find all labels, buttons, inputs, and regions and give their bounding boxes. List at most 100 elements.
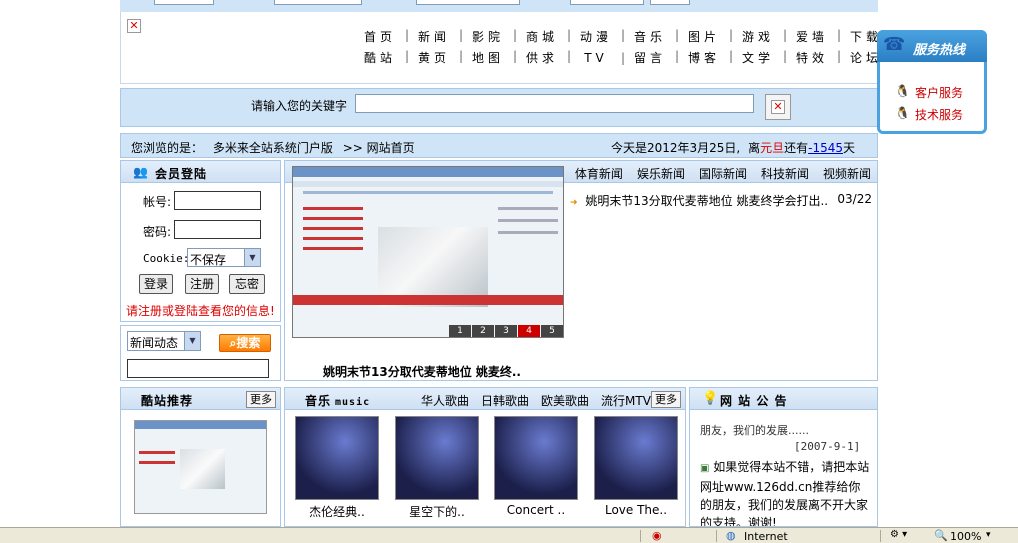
album-cover[interactable] bbox=[594, 416, 678, 500]
security-zone: Internet bbox=[744, 530, 788, 543]
news-tabs: 体育新闻 娱乐新闻 国际新闻 科技新闻 视频新闻 bbox=[561, 165, 871, 182]
tab-world-news[interactable]: 国际新闻 bbox=[699, 165, 747, 182]
tab-video-news[interactable]: 视频新闻 bbox=[823, 165, 871, 182]
album-cover[interactable] bbox=[395, 416, 479, 500]
music-title-cn: 音乐 bbox=[305, 394, 332, 408]
tab-pop-mtv[interactable]: 流行MTV bbox=[601, 392, 651, 409]
top-input-3[interactable] bbox=[416, 0, 520, 5]
tab-western-songs[interactable]: 欧美歌曲 bbox=[541, 392, 589, 409]
top-input-1[interactable] bbox=[154, 0, 214, 5]
album-title[interactable]: 杰伦经典.. bbox=[295, 503, 379, 520]
cool-sites-panel: 酷站推荐 更多 bbox=[120, 387, 281, 527]
news-slideshow-image[interactable]: 1 2 3 4 5 bbox=[292, 166, 564, 338]
nav-item-tv[interactable]: TV bbox=[569, 51, 625, 65]
nav-item-supply[interactable]: 供求 bbox=[515, 49, 571, 66]
today-text: 今天是2012年3月25日, bbox=[610, 141, 741, 155]
password-input[interactable] bbox=[174, 220, 261, 239]
nav-item-games[interactable]: 游戏 bbox=[731, 28, 787, 45]
music-tabs: 华人歌曲 日韩歌曲 欧美歌曲 流行MTV bbox=[421, 392, 651, 409]
slide-page-1[interactable]: 1 bbox=[449, 325, 471, 337]
news-panel: 新闻news 体育新闻 娱乐新闻 国际新闻 科技新闻 视频新闻 1 2 3 4 … bbox=[284, 160, 878, 381]
qq-icon: 🐧 bbox=[895, 84, 910, 98]
nav-item-mall[interactable]: 商城 bbox=[515, 28, 571, 45]
slide-page-4[interactable]: 4 bbox=[518, 325, 540, 337]
nav-row-2: 酷站 黄页 地图 供求 TV 留言 博客 文学 特效 论坛 bbox=[353, 47, 893, 68]
notice-line-top: 朋友，我们的发展...... bbox=[700, 424, 809, 437]
album-title[interactable]: Concert .. bbox=[494, 503, 578, 517]
cool-site-thumbnail[interactable] bbox=[134, 420, 267, 514]
chevron-down-icon[interactable]: ▼ bbox=[244, 249, 260, 266]
cookie-select-value: 不保存 bbox=[190, 253, 227, 267]
keyword-search-button[interactable]: ✕ bbox=[765, 94, 791, 120]
distance-prefix: 离 bbox=[748, 141, 761, 155]
tab-tech-news[interactable]: 科技新闻 bbox=[761, 165, 809, 182]
tab-sports-news[interactable]: 体育新闻 bbox=[575, 165, 623, 182]
music-panel-header: 音乐 music 华人歌曲 日韩歌曲 欧美歌曲 流行MTV 更多 bbox=[285, 388, 685, 410]
top-input-4[interactable] bbox=[570, 0, 644, 5]
keyword-input[interactable] bbox=[355, 94, 754, 113]
breadcrumb: 您浏览的是： 多米来全站系统门户版 >> 网站首页 今天是2012年3月25日,… bbox=[120, 133, 878, 158]
nav-item-cinema[interactable]: 影院 bbox=[461, 28, 517, 45]
customer-service-link[interactable]: 客户服务 bbox=[915, 84, 963, 101]
album-title[interactable]: Love The.. bbox=[594, 503, 678, 517]
chevron-down-icon[interactable]: ▾ bbox=[986, 530, 991, 540]
date-countdown: 今天是2012年3月25日, 离元旦还有-1545天 bbox=[611, 139, 855, 156]
tech-service-link[interactable]: 技术服务 bbox=[915, 106, 963, 123]
days-count[interactable]: -1545 bbox=[808, 141, 843, 155]
forgot-password-button[interactable]: 忘密 bbox=[229, 274, 265, 294]
album-cover[interactable] bbox=[494, 416, 578, 500]
tab-entertainment-news[interactable]: 娱乐新闻 bbox=[637, 165, 685, 182]
nav-item-news[interactable]: 新闻 bbox=[407, 28, 463, 45]
nav-item-guestbook[interactable]: 留言 bbox=[623, 49, 679, 66]
account-input[interactable] bbox=[174, 191, 261, 210]
news-image-caption[interactable]: 姚明末节13分取代麦蒂地位 姚麦终.. bbox=[323, 363, 521, 380]
news-item-title[interactable]: 姚明末节13分取代麦蒂地位 姚麦终学会打出.. bbox=[585, 194, 828, 208]
news-list: ➜ 姚明末节13分取代麦蒂地位 姚麦终学会打出.. 03/22 bbox=[570, 192, 872, 210]
nav-item-lovewall[interactable]: 爱墙 bbox=[785, 28, 841, 45]
browser-status-bar: ◉ ◍ Internet ⚙ ▾ 🔍 100% ▾ bbox=[0, 527, 1018, 543]
nav-item-home[interactable]: 首页 bbox=[353, 28, 409, 45]
members-icon: 👥 bbox=[133, 165, 148, 179]
nav-item-music[interactable]: 音乐 bbox=[623, 28, 679, 45]
cookie-select[interactable]: 不保存 ▼ bbox=[187, 248, 261, 267]
notice-item[interactable]: ▣ 如果觉得本站不错，请把本站网址www.126dd.cn推荐给你的朋友，我们的… bbox=[700, 458, 872, 526]
breadcrumb-site-link[interactable]: 多米来全站系统门户版 bbox=[213, 141, 333, 155]
nav-item-effects[interactable]: 特效 bbox=[785, 49, 841, 66]
password-label: 密码: bbox=[143, 225, 172, 239]
tab-jk-songs[interactable]: 日韩歌曲 bbox=[481, 392, 529, 409]
top-input-2[interactable] bbox=[274, 0, 362, 5]
site-search-button[interactable]: ⌕搜索 bbox=[219, 334, 271, 352]
slide-page-2[interactable]: 2 bbox=[472, 325, 494, 337]
register-button[interactable]: 注册 bbox=[185, 274, 219, 294]
notice-text[interactable]: 如果觉得本站不错，请把本站网址www.126dd.cn推荐给你的朋友，我们的发展… bbox=[700, 460, 869, 526]
nav-item-map[interactable]: 地图 bbox=[461, 49, 517, 66]
music-title-en: music bbox=[335, 397, 371, 408]
login-notice: 请注册或登陆查看您的信息! bbox=[126, 304, 275, 318]
album-title[interactable]: 星空下的.. bbox=[395, 503, 479, 520]
news-item[interactable]: ➜ 姚明末节13分取代麦蒂地位 姚麦终学会打出.. 03/22 bbox=[570, 192, 872, 210]
category-select[interactable]: 新闻动态 ▼ bbox=[127, 331, 201, 351]
arrow-bullet-icon: ➜ bbox=[570, 198, 578, 208]
protected-mode-icon[interactable]: ⚙ ▾ bbox=[890, 529, 907, 540]
nav-item-blog[interactable]: 博客 bbox=[677, 49, 733, 66]
slide-page-3[interactable]: 3 bbox=[495, 325, 517, 337]
keyword-search-bar: 请输入您的关键字 ✕ bbox=[120, 88, 878, 127]
nav-item-yellowpages[interactable]: 黄页 bbox=[407, 49, 463, 66]
tab-chinese-songs[interactable]: 华人歌曲 bbox=[421, 392, 469, 409]
nav-item-literature[interactable]: 文学 bbox=[731, 49, 787, 66]
nav-item-coolsites[interactable]: 酷站 bbox=[353, 49, 409, 66]
headset-icon: ☎ bbox=[883, 34, 906, 55]
site-search-input[interactable] bbox=[127, 359, 269, 378]
zoom-level[interactable]: 100% bbox=[950, 530, 981, 543]
main-nav: 首页 新闻 影院 商城 动漫 音乐 图片 游戏 爱墙 下载 酷站 黄页 地图 供… bbox=[353, 26, 893, 68]
chevron-down-icon[interactable]: ▼ bbox=[184, 332, 200, 350]
top-button[interactable] bbox=[650, 0, 690, 5]
album-cover[interactable] bbox=[295, 416, 379, 500]
login-button[interactable]: 登录 bbox=[139, 274, 173, 294]
nav-item-anime[interactable]: 动漫 bbox=[569, 28, 625, 45]
music-more-button[interactable]: 更多 bbox=[651, 391, 681, 408]
slide-page-5[interactable]: 5 bbox=[541, 325, 563, 337]
cool-sites-more-button[interactable]: 更多 bbox=[246, 391, 276, 408]
nav-item-pictures[interactable]: 图片 bbox=[677, 28, 733, 45]
nav-row-1: 首页 新闻 影院 商城 动漫 音乐 图片 游戏 爱墙 下载 bbox=[353, 26, 893, 47]
